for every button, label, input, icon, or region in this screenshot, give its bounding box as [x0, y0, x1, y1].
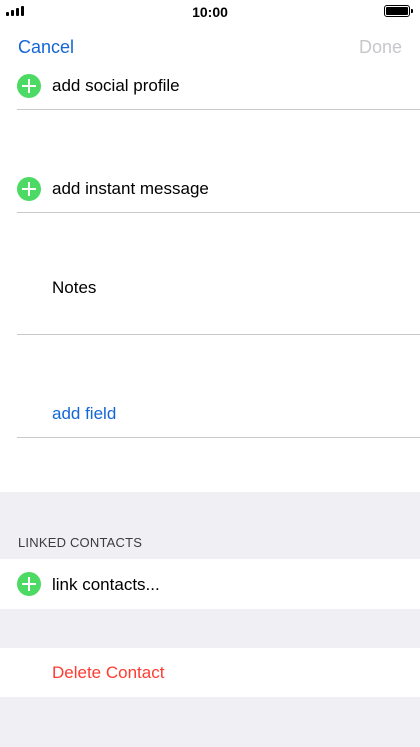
navigation-bar: Cancel Done: [0, 24, 420, 72]
add-circle-icon[interactable]: [17, 74, 41, 98]
battery-icon: [384, 5, 413, 17]
delete-contact-row[interactable]: Delete Contact: [0, 648, 420, 697]
bottom-background: [0, 697, 420, 747]
section-spacer: [0, 609, 420, 648]
status-time: 10:00: [192, 4, 228, 20]
add-circle-icon[interactable]: [17, 177, 41, 201]
status-bar: 10:00: [0, 0, 420, 24]
divider: [17, 334, 420, 335]
linked-contacts-section-header: LINKED CONTACTS: [0, 492, 420, 559]
cancel-button[interactable]: Cancel: [18, 37, 74, 58]
add-field-button[interactable]: add field: [52, 404, 116, 424]
add-social-profile-label[interactable]: add social profile: [52, 76, 180, 96]
delete-contact-button[interactable]: Delete Contact: [52, 663, 164, 683]
divider: [17, 437, 420, 438]
divider: [17, 109, 420, 110]
link-contacts-label[interactable]: link contacts...: [52, 575, 160, 595]
notes-label: Notes: [52, 278, 97, 297]
done-button[interactable]: Done: [359, 37, 402, 58]
add-circle-icon[interactable]: [17, 572, 41, 596]
linked-contacts-header: LINKED CONTACTS: [18, 535, 143, 550]
divider: [17, 212, 420, 213]
add-instant-message-label[interactable]: add instant message: [52, 179, 209, 199]
link-contacts-row[interactable]: link contacts...: [0, 559, 420, 609]
